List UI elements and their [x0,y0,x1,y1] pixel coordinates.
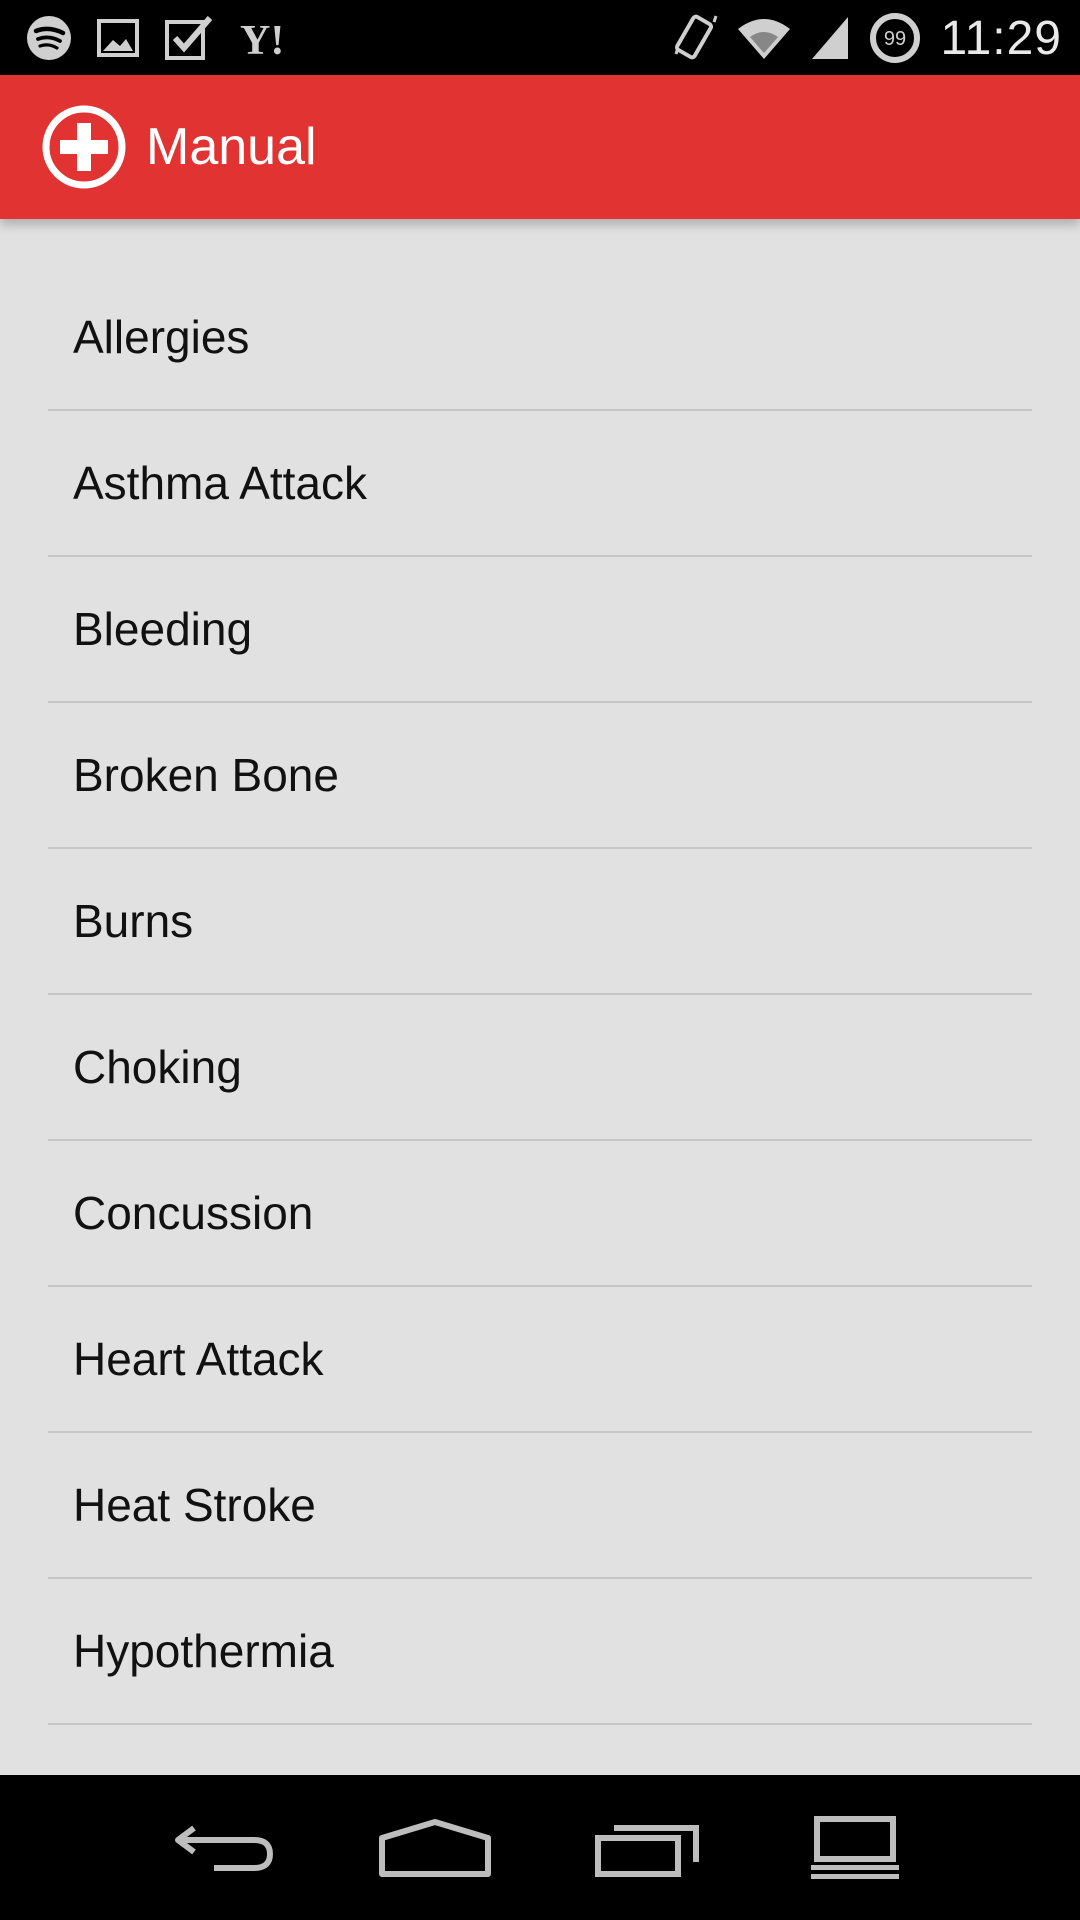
list-item-label: Bleeding [73,603,253,655]
list-item-label: Heat Stroke [73,1479,316,1531]
list-item-burns[interactable]: Burns [48,849,1032,995]
list-item-asthma-attack[interactable]: Asthma Attack [48,411,1032,557]
list-item-bleeding[interactable]: Bleeding [48,557,1032,703]
list-item-label: Broken Bone [73,749,339,801]
notification-icons: Y! [26,10,290,65]
status-bar: Y! 99 11:29 [0,0,1080,75]
list-item-heart-attack[interactable]: Heart Attack [48,1287,1032,1433]
list-item-choking[interactable]: Choking [48,995,1032,1141]
list-item-broken-bone[interactable]: Broken Bone [48,703,1032,849]
list-item-label: Concussion [73,1187,314,1239]
wifi-icon [736,15,792,61]
vibrate-icon [674,12,718,64]
list-item-label: Burns [73,895,194,947]
list-item-label: Hypothermia [73,1625,334,1677]
home-icon[interactable] [370,1805,500,1890]
svg-text:Y!: Y! [240,18,284,60]
app-bar: Manual [0,75,1080,219]
list-item-label: Allergies [73,311,250,363]
list-item-allergies[interactable]: Allergies [48,265,1032,411]
manual-topic-list: Allergies Asthma Attack Bleeding Broken … [0,219,1080,1775]
gallery-icon [96,18,140,58]
back-icon[interactable] [160,1805,290,1890]
navigation-bar [0,1775,1080,1920]
spotify-icon [26,15,72,61]
signal-icon [810,15,850,61]
battery-level: 99 [884,28,906,50]
recents-icon[interactable] [582,1805,712,1890]
page-title: Manual [146,118,317,176]
list-item-concussion[interactable]: Concussion [48,1141,1032,1287]
list-item-label: Asthma Attack [73,457,368,509]
list-item-hypothermia[interactable]: Hypothermia [48,1579,1032,1725]
list-item-heat-stroke[interactable]: Heat Stroke [48,1433,1032,1579]
battery-icon: 99 [868,11,922,65]
list-item-label: Choking [73,1041,242,1093]
first-aid-plus-icon[interactable] [40,103,128,191]
clock: 11:29 [940,11,1062,65]
system-status-icons: 99 11:29 [674,8,1062,68]
menu-icon[interactable] [790,1805,920,1890]
checkbox-icon [164,14,214,62]
yahoo-icon: Y! [238,16,290,60]
list-item-label: Heart Attack [73,1333,324,1385]
